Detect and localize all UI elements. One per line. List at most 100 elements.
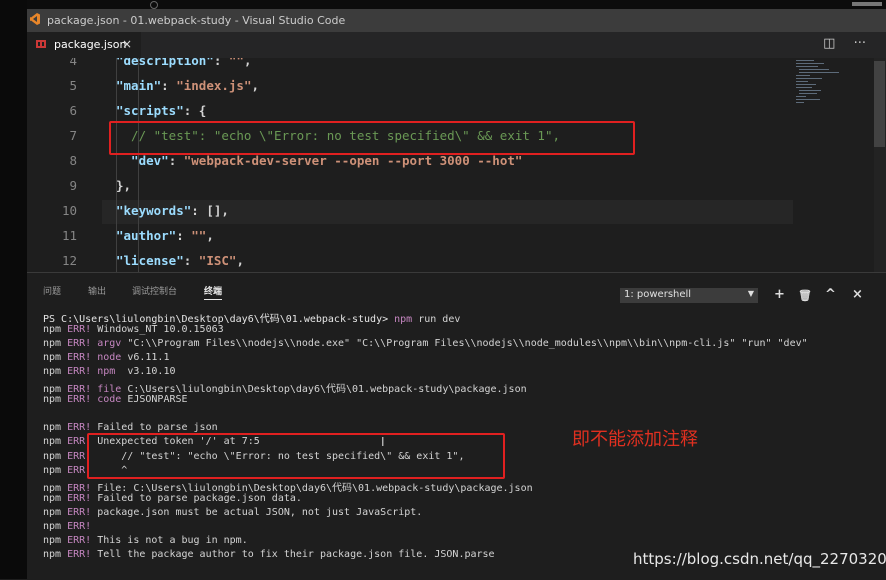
terminal-token: npm <box>43 520 68 532</box>
tab-problems[interactable]: 问题 <box>43 284 61 297</box>
tab-label: package.json <box>54 38 127 51</box>
watermark: https://blog.csdn.net/qq_22703205 <box>633 550 886 568</box>
terminal-token: package.json must be actual JSON, not ju… <box>91 506 423 518</box>
terminal-token: ERR! <box>67 548 92 560</box>
code-text: "license": "ISC", <box>116 253 244 268</box>
line-number: 12 <box>61 253 77 268</box>
terminal-token: npm <box>43 464 68 476</box>
code-line[interactable]: 5 "main": "index.js", <box>27 74 886 99</box>
maximize-panel-icon[interactable]: ^ <box>825 287 836 302</box>
code-token: "webpack-dev-server --open --port 3000 -… <box>183 153 523 168</box>
code-token: : <box>168 153 184 168</box>
code-line[interactable]: 12 "license": "ISC", <box>27 249 886 272</box>
code-line[interactable]: 4 "description": "", <box>27 58 886 74</box>
code-token: "index.js" <box>176 78 252 93</box>
terminal-token: v6.11.1 <box>121 352 170 364</box>
code-token: "description" <box>116 58 214 68</box>
code-editor[interactable]: 4 "description": "", 5 "main": "index.js", 6… <box>27 58 886 272</box>
terminal-line: npm ERR! This is not a bug in npm. <box>43 535 248 549</box>
code-text: "author": "", <box>116 228 214 243</box>
code-line[interactable]: 9}, <box>27 174 886 199</box>
code-token: , <box>251 78 260 93</box>
terminal-token: npm <box>43 324 68 336</box>
scrollbar-thumb[interactable] <box>874 61 885 147</box>
more-actions-icon[interactable]: ··· <box>854 36 866 51</box>
tab-terminal[interactable]: 终端 <box>204 284 223 300</box>
code-text: "keywords": [], <box>116 203 229 218</box>
terminal-token: ERR! <box>67 534 92 546</box>
tab-debug-console[interactable]: 调试控制台 <box>132 284 177 297</box>
code-text: "scripts": { <box>116 103 206 118</box>
terminal-token: npm <box>43 422 68 434</box>
text-cursor-icon: I <box>381 435 385 449</box>
terminal-line: PS C:\Users\liulongbin\Desktop\day6\代码\0… <box>43 310 460 325</box>
code-token: : <box>176 228 192 243</box>
terminal-token: ERR! <box>67 506 92 518</box>
add-terminal-icon[interactable]: + <box>774 287 785 302</box>
code-token: : <box>161 78 177 93</box>
terminal-token: npm <box>43 436 68 448</box>
terminal-select-value: 1: powershell <box>624 289 692 300</box>
terminal-line: npm ERR! Windows_NT 10.0.15063 <box>43 324 224 338</box>
terminal-token: "C:\\Program Files\\nodejs\\node.exe" "C… <box>121 338 808 350</box>
terminal-token: npm <box>43 338 68 350</box>
terminal-token: ERR! <box>67 338 92 350</box>
editor-actions: ◫ ··· <box>809 36 866 51</box>
code-token: : { <box>183 103 207 118</box>
terminal-token: npm <box>43 492 68 504</box>
terminal-token: ERR! <box>67 520 92 532</box>
line-number: 7 <box>69 128 77 143</box>
terminal-select[interactable]: 1: powershell ▼ <box>620 288 758 303</box>
trash-icon[interactable]: 🗑 <box>798 289 812 302</box>
terminal-line: npm ERR! code EJSONPARSE <box>43 394 188 408</box>
terminal-line: npm ERR! argv "C:\\Program Files\\nodejs… <box>43 338 808 352</box>
highlight-box-terminal-error <box>87 433 505 479</box>
terminal-token: This is not a bug in npm. <box>91 534 248 546</box>
terminal-token: npm <box>43 548 68 560</box>
terminal-token: npm <box>394 314 413 325</box>
window-titlebar: package.json - 01.webpack-study - Visual… <box>27 9 886 32</box>
line-number: 8 <box>69 153 77 168</box>
code-token: : <box>183 253 199 268</box>
minimap[interactable] <box>793 58 873 118</box>
bottom-panel: 问题 输出 调试控制台 终端 1: powershell ▼ + 🗑 ^ × P… <box>27 272 886 580</box>
vscode-logo-icon <box>30 13 40 25</box>
code-token: "" <box>191 228 207 243</box>
left-background-strip <box>0 0 27 579</box>
split-editor-icon[interactable]: ◫ <box>823 36 835 51</box>
code-token: "ISC" <box>198 253 237 268</box>
terminal-line: npm ERR! npm v3.10.10 <box>43 366 176 380</box>
window-title: package.json - 01.webpack-study - Visual… <box>47 14 346 27</box>
code-line[interactable]: 11 "author": "", <box>27 224 886 249</box>
terminal-token: npm <box>43 352 68 364</box>
terminal-line: npm ERR! package.json must be actual JSO… <box>43 507 422 521</box>
terminal-token: npm <box>43 394 68 406</box>
code-token: "author" <box>116 228 177 243</box>
editor-scrollbar[interactable] <box>874 58 886 272</box>
terminal-line: npm ERR! file C:\Users\liulongbin\Deskto… <box>43 380 527 395</box>
terminal-token: npm <box>43 534 68 546</box>
tab-package-json[interactable]: package.json × <box>27 32 141 58</box>
editor-tab-bar: package.json × ◫ ··· <box>27 32 886 58</box>
terminal-token: npm <box>43 506 68 518</box>
line-number: 5 <box>69 78 77 93</box>
terminal-token: code <box>91 394 122 406</box>
code-line[interactable]: 10 "keywords": [], <box>27 199 886 224</box>
terminal-token: ERR! <box>67 422 92 434</box>
terminal-token: v3.10.10 <box>115 366 176 378</box>
highlight-box-editor-comment <box>109 121 635 155</box>
terminal-token: Windows_NT 10.0.15063 <box>91 324 224 336</box>
code-text: "dev": "webpack-dev-server --open --port… <box>116 153 522 168</box>
line-number: 10 <box>61 203 77 218</box>
tab-close-icon[interactable]: × <box>122 37 132 51</box>
close-panel-icon[interactable]: × <box>852 287 863 302</box>
terminal-token: npm <box>43 450 68 462</box>
terminal-line: npm ERR! Tell the package author to fix … <box>43 549 495 563</box>
code-token: "main" <box>116 78 162 93</box>
terminal-token: ERR! <box>67 366 92 378</box>
top-strip <box>0 0 886 9</box>
tab-output[interactable]: 输出 <box>88 284 106 297</box>
line-number: 9 <box>69 178 77 193</box>
line-number: 6 <box>69 103 77 118</box>
terminal-token: argv <box>91 338 122 350</box>
